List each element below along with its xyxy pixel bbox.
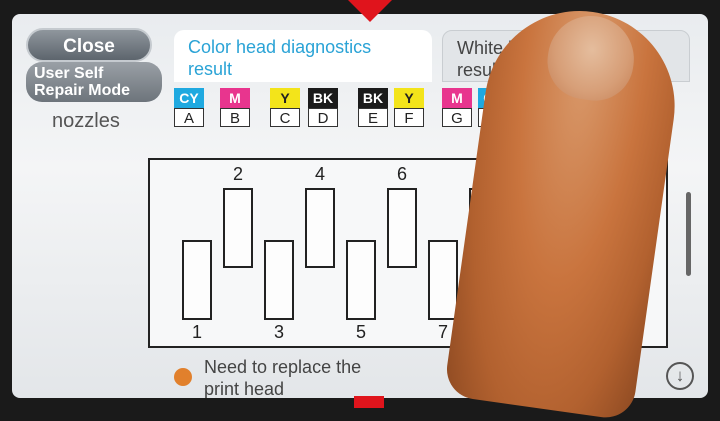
head-letter: E bbox=[358, 108, 388, 127]
nozzles-label: nozzles bbox=[52, 110, 120, 132]
nozzle-bar-1 bbox=[182, 240, 212, 320]
head-letter: C bbox=[270, 108, 300, 127]
tab-label-line2: result bbox=[188, 59, 233, 79]
nozzle-bar-3 bbox=[264, 240, 294, 320]
close-button[interactable]: Close bbox=[26, 28, 152, 62]
head-g: MG bbox=[442, 88, 476, 130]
head-color-chip: Y bbox=[270, 88, 300, 108]
red-marker-bottom bbox=[354, 396, 384, 408]
head-f: YF bbox=[394, 88, 428, 130]
head-e: BK E bbox=[358, 88, 392, 130]
nozzle-bar-number: 5 bbox=[355, 322, 366, 342]
head-d: BK D bbox=[308, 88, 342, 130]
nozzle-bar-6 bbox=[387, 188, 417, 268]
nozzle-bar-number: 6 bbox=[396, 164, 407, 184]
mode-label-line2: Repair Mode bbox=[34, 82, 131, 99]
nozzle-bar-number: 4 bbox=[314, 164, 325, 184]
nozzle-bar-number: 3 bbox=[273, 322, 284, 342]
user-self-repair-mode-label: User Self Repair Mode bbox=[26, 62, 162, 102]
head-letter: B bbox=[220, 108, 250, 127]
head-a: CY A bbox=[174, 88, 208, 130]
head-color-chip: BK bbox=[358, 88, 388, 108]
head-color-chip: M bbox=[442, 88, 472, 108]
nozzle-bar-4 bbox=[305, 188, 335, 268]
legend-text-line2: print head bbox=[204, 379, 285, 398]
scrollbar[interactable] bbox=[686, 192, 691, 276]
nozzle-bar-number: 2 bbox=[232, 164, 243, 184]
head-color-chip: M bbox=[220, 88, 250, 108]
tab-color-head-diagnostics[interactable]: Color head diagnostics result bbox=[174, 30, 432, 82]
head-b: MB bbox=[220, 88, 254, 130]
head-c: YC bbox=[270, 88, 304, 130]
nozzle-bar-2 bbox=[223, 188, 253, 268]
head-letter: A bbox=[174, 108, 204, 127]
tab-label-line1: Color head diagnostics bbox=[188, 37, 372, 57]
legend-text-line1: Need to replace the bbox=[204, 357, 362, 377]
head-letter: G bbox=[442, 108, 472, 127]
nozzle-bar-7 bbox=[428, 240, 458, 320]
nozzle-bar-5 bbox=[346, 240, 376, 320]
head-color-chip: BK bbox=[308, 88, 338, 108]
head-letter: F bbox=[394, 108, 424, 127]
head-color-chip: CY bbox=[174, 88, 204, 108]
arrow-down-circle-icon[interactable]: ↓ bbox=[666, 362, 694, 390]
legend-text: Need to replace the print head bbox=[204, 356, 464, 398]
head-letter: D bbox=[308, 108, 338, 127]
orange-status-dot bbox=[174, 368, 192, 386]
red-marker-top bbox=[348, 0, 392, 22]
nozzle-bar-number: 1 bbox=[191, 322, 202, 342]
head-color-chip: Y bbox=[394, 88, 424, 108]
mode-label-line1: User Self bbox=[34, 65, 104, 82]
